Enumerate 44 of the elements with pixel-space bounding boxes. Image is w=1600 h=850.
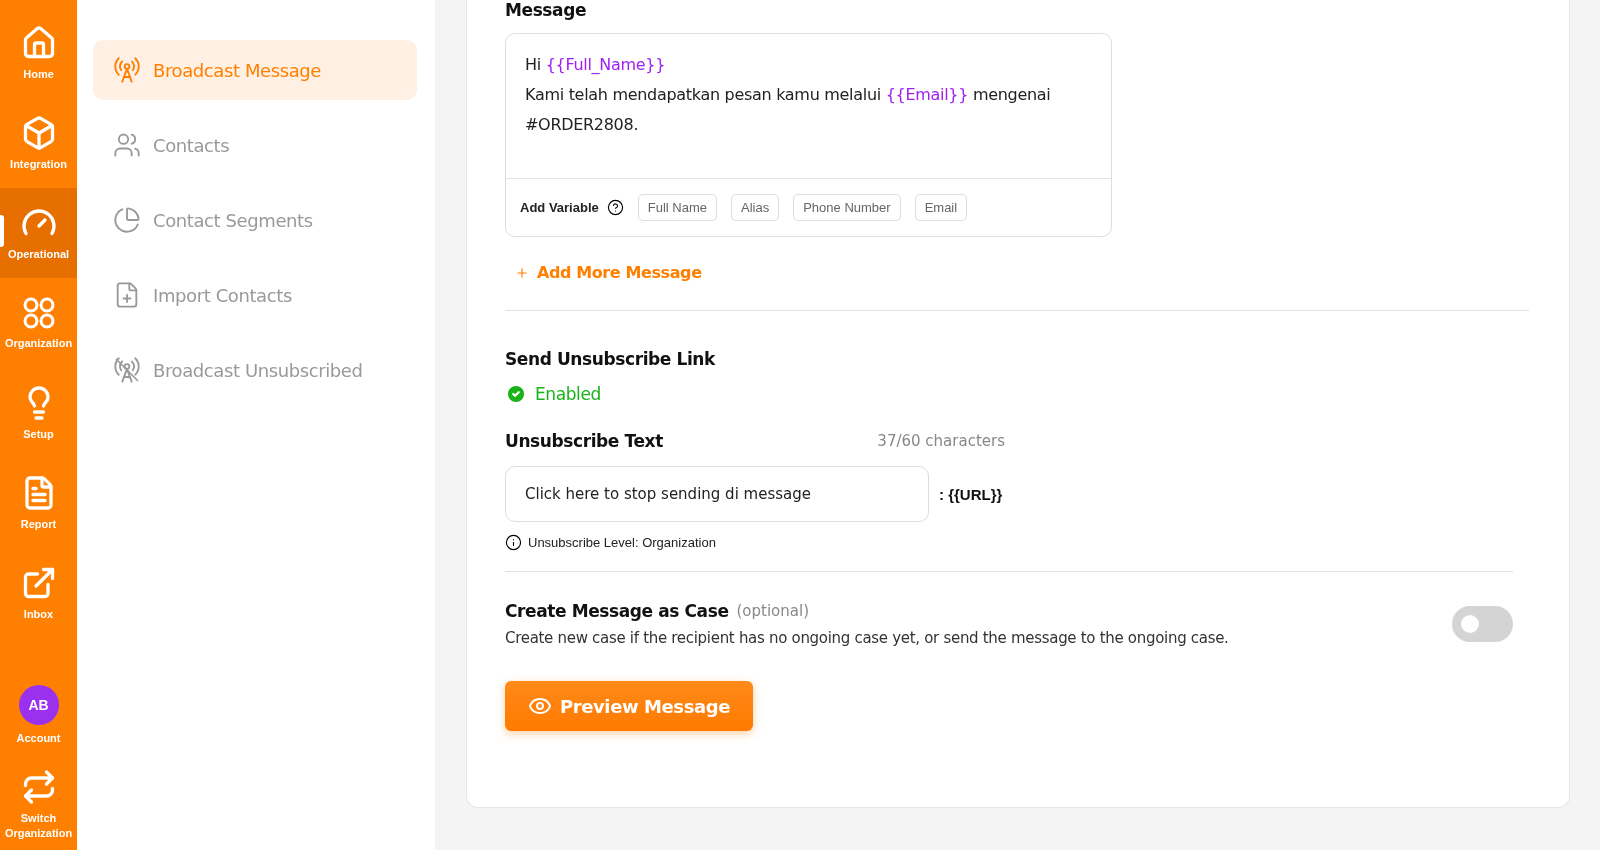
variable-chip[interactable]: Full Name	[637, 194, 717, 221]
submenu-item[interactable]: Broadcast Message	[93, 40, 417, 100]
variable-chip[interactable]: Email	[914, 194, 968, 221]
switch-organization-button[interactable]: Switch Organization	[0, 760, 77, 850]
unsubscribe-text-field[interactable]: Click here to stop sending di message	[505, 466, 929, 522]
message-label: Message	[505, 0, 588, 20]
submenu-item[interactable]: Broadcast Unsubscribed	[93, 340, 417, 400]
account-button[interactable]: AB Account	[0, 670, 77, 760]
rail-nav-item[interactable]: Integration	[0, 98, 77, 188]
unsubscribe-text-label: Unsubscribe Text	[505, 431, 663, 451]
status-indicator: Enabled	[505, 383, 1531, 405]
rail-nav-item[interactable]: Inbox	[0, 548, 77, 638]
help-icon[interactable]	[606, 199, 624, 216]
variable-chip[interactable]: Phone Number	[793, 194, 901, 221]
rail-nav-item[interactable]: Operational	[0, 188, 77, 278]
preview-message-button[interactable]: Preview Message	[505, 681, 753, 731]
submenu-item[interactable]: Contact Segments	[93, 190, 417, 250]
rail-nav-item[interactable]: Report	[0, 458, 77, 548]
message-field[interactable]: Hi {{Full_Name}} Kami telah mendapatkan pesan kamu melalui {{Email}} mengenai #ORDER2808.	[506, 34, 1111, 179]
character-counter: 37/60 characters	[877, 432, 1005, 450]
crossed-antenna-icon	[113, 356, 141, 384]
section-title: Send Unsubscribe Link	[505, 349, 717, 369]
rail-nav-item[interactable]: Setup	[0, 368, 77, 458]
case-title: Create Message as Case	[505, 601, 729, 621]
check-circle-icon	[505, 383, 527, 405]
pie-chart-icon	[113, 206, 141, 234]
url-suffix: : {{URL}}	[939, 485, 1003, 503]
plus-icon	[515, 265, 529, 280]
rail-nav-item[interactable]: Home	[0, 8, 77, 98]
unsubscribe-level-note: Unsubscribe Level: Organization	[528, 535, 716, 550]
optional-hint: (optional)	[736, 602, 809, 620]
case-description: Create new case if the recipient has no ongoing case yet, or send the message to the ongoing case.	[505, 629, 1229, 647]
add-variable-label: Add Variable	[520, 200, 599, 215]
rail-nav-item[interactable]: Organization	[0, 278, 77, 368]
submenu-item[interactable]: Import Contacts	[93, 265, 417, 325]
antenna-icon	[113, 56, 141, 84]
four-circles-icon	[21, 295, 56, 330]
info-icon	[505, 534, 522, 551]
add-more-message-link[interactable]: Add More Message	[515, 263, 702, 282]
avatar: AB	[18, 684, 59, 725]
case-toggle[interactable]	[1452, 606, 1513, 642]
submenu-item[interactable]: Contacts	[93, 115, 417, 175]
users-icon	[113, 131, 141, 159]
variable-chip[interactable]: Alias	[731, 194, 780, 221]
